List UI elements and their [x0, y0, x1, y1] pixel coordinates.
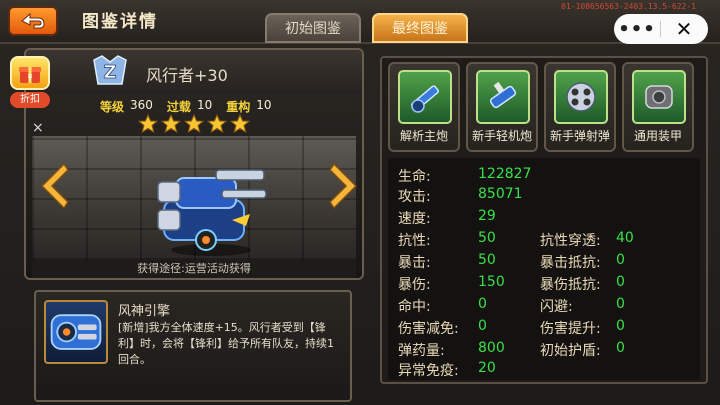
back-button[interactable]: [8, 6, 58, 36]
svg-text:¥: ¥: [27, 73, 32, 82]
unit-stats: 等级 360 过载 10 重构 10: [100, 98, 280, 115]
attr-initial-shield: 初始护盾: 0: [540, 340, 625, 359]
equipment-slot[interactable]: 解析主炮: [388, 62, 460, 152]
equipment-name: 新手轻机炮: [471, 129, 532, 143]
equipment-slot[interactable]: 新手轻机炮: [466, 62, 538, 152]
skill-engine-icon: [44, 300, 108, 364]
discount-label: 折扣: [10, 92, 50, 108]
attr-speed: 速度: 29: [398, 208, 496, 227]
more-menu-button[interactable]: •••: [614, 19, 660, 40]
attribute-list: 生命: 122827 攻击: 85071 速度: 29 抗性: 50 暴击: 50 暴伤:…: [388, 158, 700, 380]
back-arrow-icon: [21, 12, 45, 29]
armor-icon: [632, 70, 686, 124]
attr-attack: 攻击: 85071: [398, 186, 523, 205]
unit-name: 风行者+30: [146, 66, 228, 85]
unit-name-bar: Z 风行者+30: [26, 50, 362, 94]
acquisition-source: 获得途径:运营活动获得: [32, 260, 356, 278]
mini-program-capsule: ••• ✕: [614, 14, 708, 44]
equipment-slot[interactable]: 新手弹射弹: [544, 62, 616, 152]
skill-description: [新增]我方全体速度+15。风行者受到【锋利】时，会将【锋利】给予所有队友，持续…: [118, 321, 334, 366]
rebuild-label: 重构: [226, 100, 251, 114]
level-value: 360: [130, 98, 153, 112]
rebuild-value: 10: [256, 98, 272, 112]
equipment-slot[interactable]: 通用装甲: [622, 62, 694, 152]
attr-ammo: 弹药量: 800: [398, 340, 505, 359]
stats-panel: 解析主炮 新手轻机炮 新手弹射弹 通用装甲 生命: 122827 攻击: 850…: [380, 56, 708, 384]
attr-hp: 生命: 122827: [398, 166, 532, 185]
overload-label: 过载: [166, 100, 191, 114]
attr-crit-damage-resist: 暴伤抵抗: 0: [540, 274, 625, 293]
gift-icon: ¥: [10, 56, 50, 90]
missile-pod-icon: [554, 70, 608, 124]
main-cannon-icon: [398, 70, 452, 124]
discount-promo[interactable]: ¥ 折扣: [10, 56, 50, 110]
equipment-row: 解析主炮 新手轻机炮 新手弹射弹 通用装甲: [388, 62, 694, 152]
level-label: 等级: [100, 100, 125, 114]
prev-unit-arrow-icon[interactable]: [36, 162, 70, 210]
dismiss-promo-button[interactable]: ×: [32, 120, 44, 136]
attr-crit: 暴击: 50: [398, 252, 496, 271]
game-screen: 图鉴详情 初始图鉴 最终图鉴 01-108656563-2403.13.5-62…: [0, 0, 720, 405]
star-icon: [184, 114, 204, 134]
equipment-name: 通用装甲: [633, 129, 682, 143]
equipment-name: 解析主炮: [399, 129, 448, 143]
rank-badge-icon: Z: [93, 55, 127, 85]
tab-initial-codex[interactable]: 初始图鉴: [265, 13, 361, 43]
skill-name: 风神引擎: [118, 304, 171, 319]
attr-damage-boost: 伤害提升: 0: [540, 318, 625, 337]
star-icon: [161, 114, 181, 134]
light-gun-icon: [476, 70, 530, 124]
star-icon: [138, 114, 158, 134]
attr-accuracy: 命中: 0: [398, 296, 487, 315]
equipment-name: 新手弹射弹: [549, 129, 610, 143]
rank-letter: Z: [103, 62, 116, 83]
next-unit-arrow-icon[interactable]: [328, 162, 362, 210]
unit-mech-image: [157, 169, 267, 256]
attr-resist: 抗性: 50: [398, 230, 496, 249]
attr-resist-penetration: 抗性穿透: 40: [540, 230, 634, 249]
star-icon: [207, 114, 227, 134]
tab-final-codex[interactable]: 最终图鉴: [372, 13, 468, 43]
attr-evasion: 闪避: 0: [540, 296, 625, 315]
attr-damage-reduction: 伤害减免: 0: [398, 318, 487, 337]
build-id: 01-108656563-2403.13.5-622-1: [561, 2, 696, 11]
close-button[interactable]: ✕: [661, 17, 707, 41]
page-title: 图鉴详情: [82, 12, 158, 32]
unit-panel: Z 风行者+30 等级 360 过载 10 重构 10 获得途径:运营活动获得: [24, 48, 364, 280]
star-icon: [230, 114, 250, 134]
overload-value: 10: [196, 98, 213, 112]
attr-crit-damage: 暴伤: 150: [398, 274, 505, 293]
star-rating: [138, 114, 250, 134]
attr-status-immunity: 异常免疫: 20: [398, 360, 496, 379]
skill-panel: 风神引擎 [新增]我方全体速度+15。风行者受到【锋利】时，会将【锋利】给予所有…: [34, 290, 352, 402]
attr-crit-resist: 暴击抵抗: 0: [540, 252, 625, 271]
header-bar: 图鉴详情 初始图鉴 最终图鉴 01-108656563-2403.13.5-62…: [0, 0, 720, 44]
